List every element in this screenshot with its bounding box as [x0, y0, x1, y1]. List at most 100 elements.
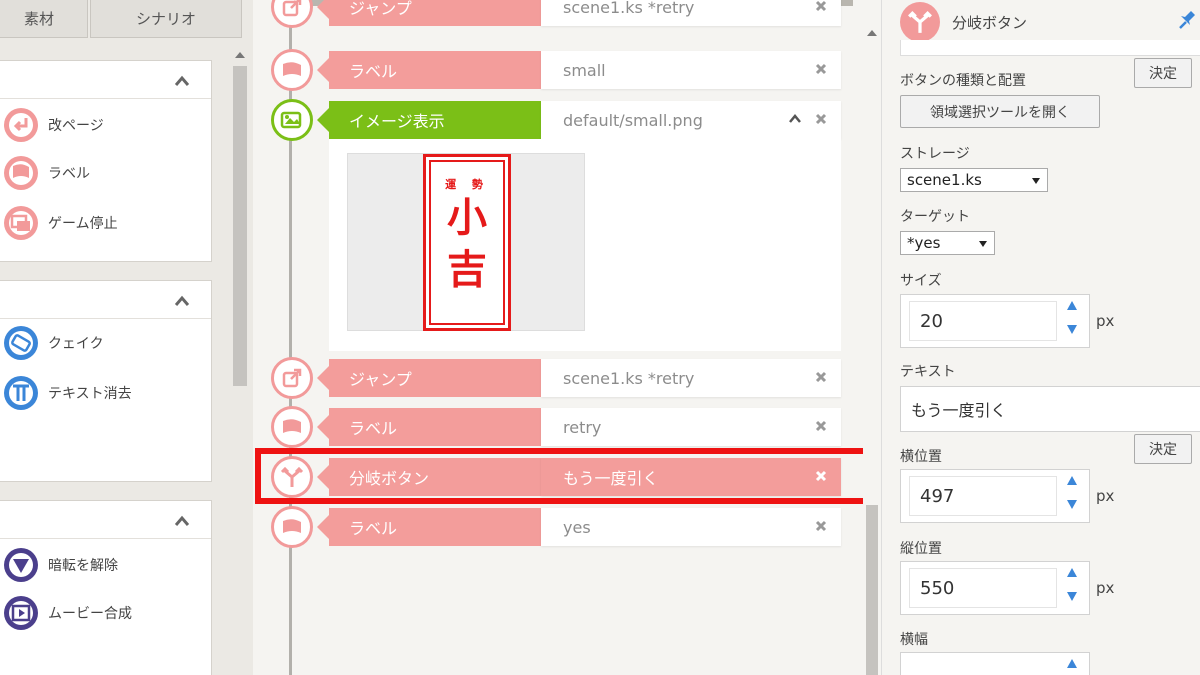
stop-icon	[4, 206, 38, 240]
unmask-icon	[4, 548, 38, 582]
width-stepper[interactable]	[900, 652, 1090, 675]
section-header[interactable]	[0, 61, 211, 99]
palette-item-label: ラベル	[48, 166, 90, 182]
x-position-label: 横位置	[900, 449, 942, 465]
y-position-input[interactable]	[909, 568, 1057, 608]
timeline-row-label[interactable]: ラベル yes	[271, 506, 841, 548]
palette-item-unmask[interactable]: 暗転を解除	[0, 545, 118, 585]
fortune-slip-image: 運 勢 小 吉	[423, 154, 511, 331]
image-icon	[271, 99, 313, 141]
size-unit: px	[1096, 312, 1115, 330]
close-icon[interactable]	[815, 63, 827, 75]
width-label: 横幅	[900, 632, 928, 648]
decrement-arrow-icon[interactable]	[1067, 500, 1077, 509]
selection-highlight	[255, 448, 883, 504]
timeline-row-label[interactable]: ラベル small	[271, 49, 841, 91]
image-preview: 運 勢 小 吉	[347, 153, 585, 331]
text-clear-icon	[4, 376, 38, 410]
text-input-value: もう一度引く	[911, 401, 1007, 420]
row-value: scene1.ks *retry	[541, 359, 841, 397]
row-value: retry	[541, 408, 841, 446]
increment-arrow-icon[interactable]	[1067, 568, 1077, 577]
row-value: small	[541, 51, 841, 89]
row-value-text: yes	[563, 517, 591, 537]
size-input[interactable]	[909, 301, 1057, 341]
size-stepper[interactable]	[900, 294, 1090, 348]
palette-item-stop[interactable]: ゲーム停止	[0, 203, 118, 243]
x-position-input[interactable]	[909, 476, 1057, 516]
timeline-row-label[interactable]: ラベル retry	[271, 406, 841, 448]
palette-item-quake[interactable]: クェイク	[0, 323, 104, 363]
section-header[interactable]	[0, 501, 211, 539]
close-icon[interactable]	[815, 420, 827, 432]
timeline-row-jump[interactable]: ジャンプ scene1.ks *retry	[271, 0, 841, 28]
fortune-char-1: 小	[447, 194, 487, 241]
chevron-up-icon[interactable]	[789, 113, 801, 125]
row-value-text: default/small.png	[563, 110, 703, 130]
decide-button[interactable]: 決定	[1134, 434, 1192, 464]
palette-item-label: ムービー合成	[48, 606, 132, 622]
scroll-up-arrow-icon[interactable]	[235, 52, 245, 58]
region-select-tool-button[interactable]: 領域選択ツールを開く	[900, 95, 1100, 128]
palette-item-label: クェイク	[48, 336, 104, 352]
property-panel: 分岐ボタン 決定 ボタンの種類と配置 領域選択ツールを開く ストレージ scen…	[881, 0, 1200, 675]
scroll-up-arrow-icon[interactable]	[867, 30, 877, 36]
pin-icon[interactable]	[1174, 8, 1198, 34]
row-value-text: scene1.ks *retry	[563, 0, 695, 17]
x-position-stepper[interactable]	[900, 469, 1090, 523]
page-break-icon	[4, 108, 38, 142]
text-input[interactable]: もう一度引く	[900, 386, 1200, 432]
increment-arrow-icon[interactable]	[1067, 301, 1077, 310]
palette-item-text-clear[interactable]: テキスト消去	[0, 373, 132, 413]
row-value-text: small	[563, 60, 606, 80]
chevron-up-icon[interactable]	[175, 294, 189, 308]
decide-button-label: 決定	[1149, 442, 1177, 458]
target-label: ターゲット	[900, 209, 970, 225]
palette-scrollbar[interactable]	[232, 48, 248, 675]
decide-button[interactable]: 決定	[1134, 58, 1192, 88]
increment-arrow-icon[interactable]	[1067, 476, 1077, 485]
storage-select-value: scene1.ks	[907, 171, 982, 189]
dropdown-arrow-icon	[1032, 178, 1040, 184]
chevron-up-icon[interactable]	[175, 74, 189, 88]
row-command-label: ジャンプ	[317, 0, 541, 26]
close-icon[interactable]	[815, 0, 827, 12]
palette-item-movie[interactable]: ムービー合成	[0, 593, 132, 633]
jump-icon	[271, 357, 313, 399]
storage-label: ストレージ	[900, 146, 970, 162]
target-select[interactable]: *yes	[900, 231, 995, 255]
timeline-row-jump[interactable]: ジャンプ scene1.ks *retry	[271, 357, 841, 399]
decrement-arrow-icon[interactable]	[1067, 325, 1077, 334]
scrollbar-thumb[interactable]	[233, 66, 247, 386]
decide-button-label: 決定	[1149, 66, 1177, 82]
flag-icon	[271, 406, 313, 448]
timeline-row-image[interactable]: イメージ表示 default/small.png	[271, 99, 841, 141]
row-command-label: イメージ表示	[317, 101, 541, 139]
close-icon[interactable]	[815, 520, 827, 532]
palette-item-label: 暗転を解除	[48, 558, 118, 574]
scenario-timeline: ジャンプ scene1.ks *retry ラベル small イメージ表示 d…	[253, 0, 863, 675]
chevron-up-icon[interactable]	[175, 514, 189, 528]
decrement-arrow-icon[interactable]	[1067, 592, 1077, 601]
palette-item-label[interactable]: ラベル	[0, 153, 90, 193]
row-command-label: ジャンプ	[317, 359, 541, 397]
palette-item-label: 改ページ	[48, 118, 104, 134]
palette-section-1: 改ページ ラベル ゲーム停止	[0, 60, 212, 262]
section-header[interactable]	[0, 281, 211, 319]
storage-select[interactable]: scene1.ks	[900, 168, 1048, 192]
close-icon[interactable]	[815, 113, 827, 125]
palette-item-page-break[interactable]: 改ページ	[0, 105, 104, 145]
previous-field-input[interactable]	[900, 40, 1200, 56]
tab-assets[interactable]: 素材	[0, 0, 88, 38]
fortune-heading: 運 勢	[445, 178, 489, 191]
tab-scenario[interactable]: シナリオ	[90, 0, 242, 38]
increment-arrow-icon[interactable]	[1067, 659, 1077, 668]
scrollbar-thumb[interactable]	[866, 505, 878, 675]
palette-item-label: テキスト消去	[48, 386, 132, 402]
timeline-scrollbar[interactable]	[863, 0, 881, 675]
y-position-stepper[interactable]	[900, 561, 1090, 615]
palette-section-2: クェイク テキスト消去	[0, 280, 212, 482]
close-icon[interactable]	[815, 371, 827, 383]
palette-section-3: 暗転を解除 ムービー合成	[0, 500, 212, 675]
row-command-label: ラベル	[317, 508, 541, 546]
